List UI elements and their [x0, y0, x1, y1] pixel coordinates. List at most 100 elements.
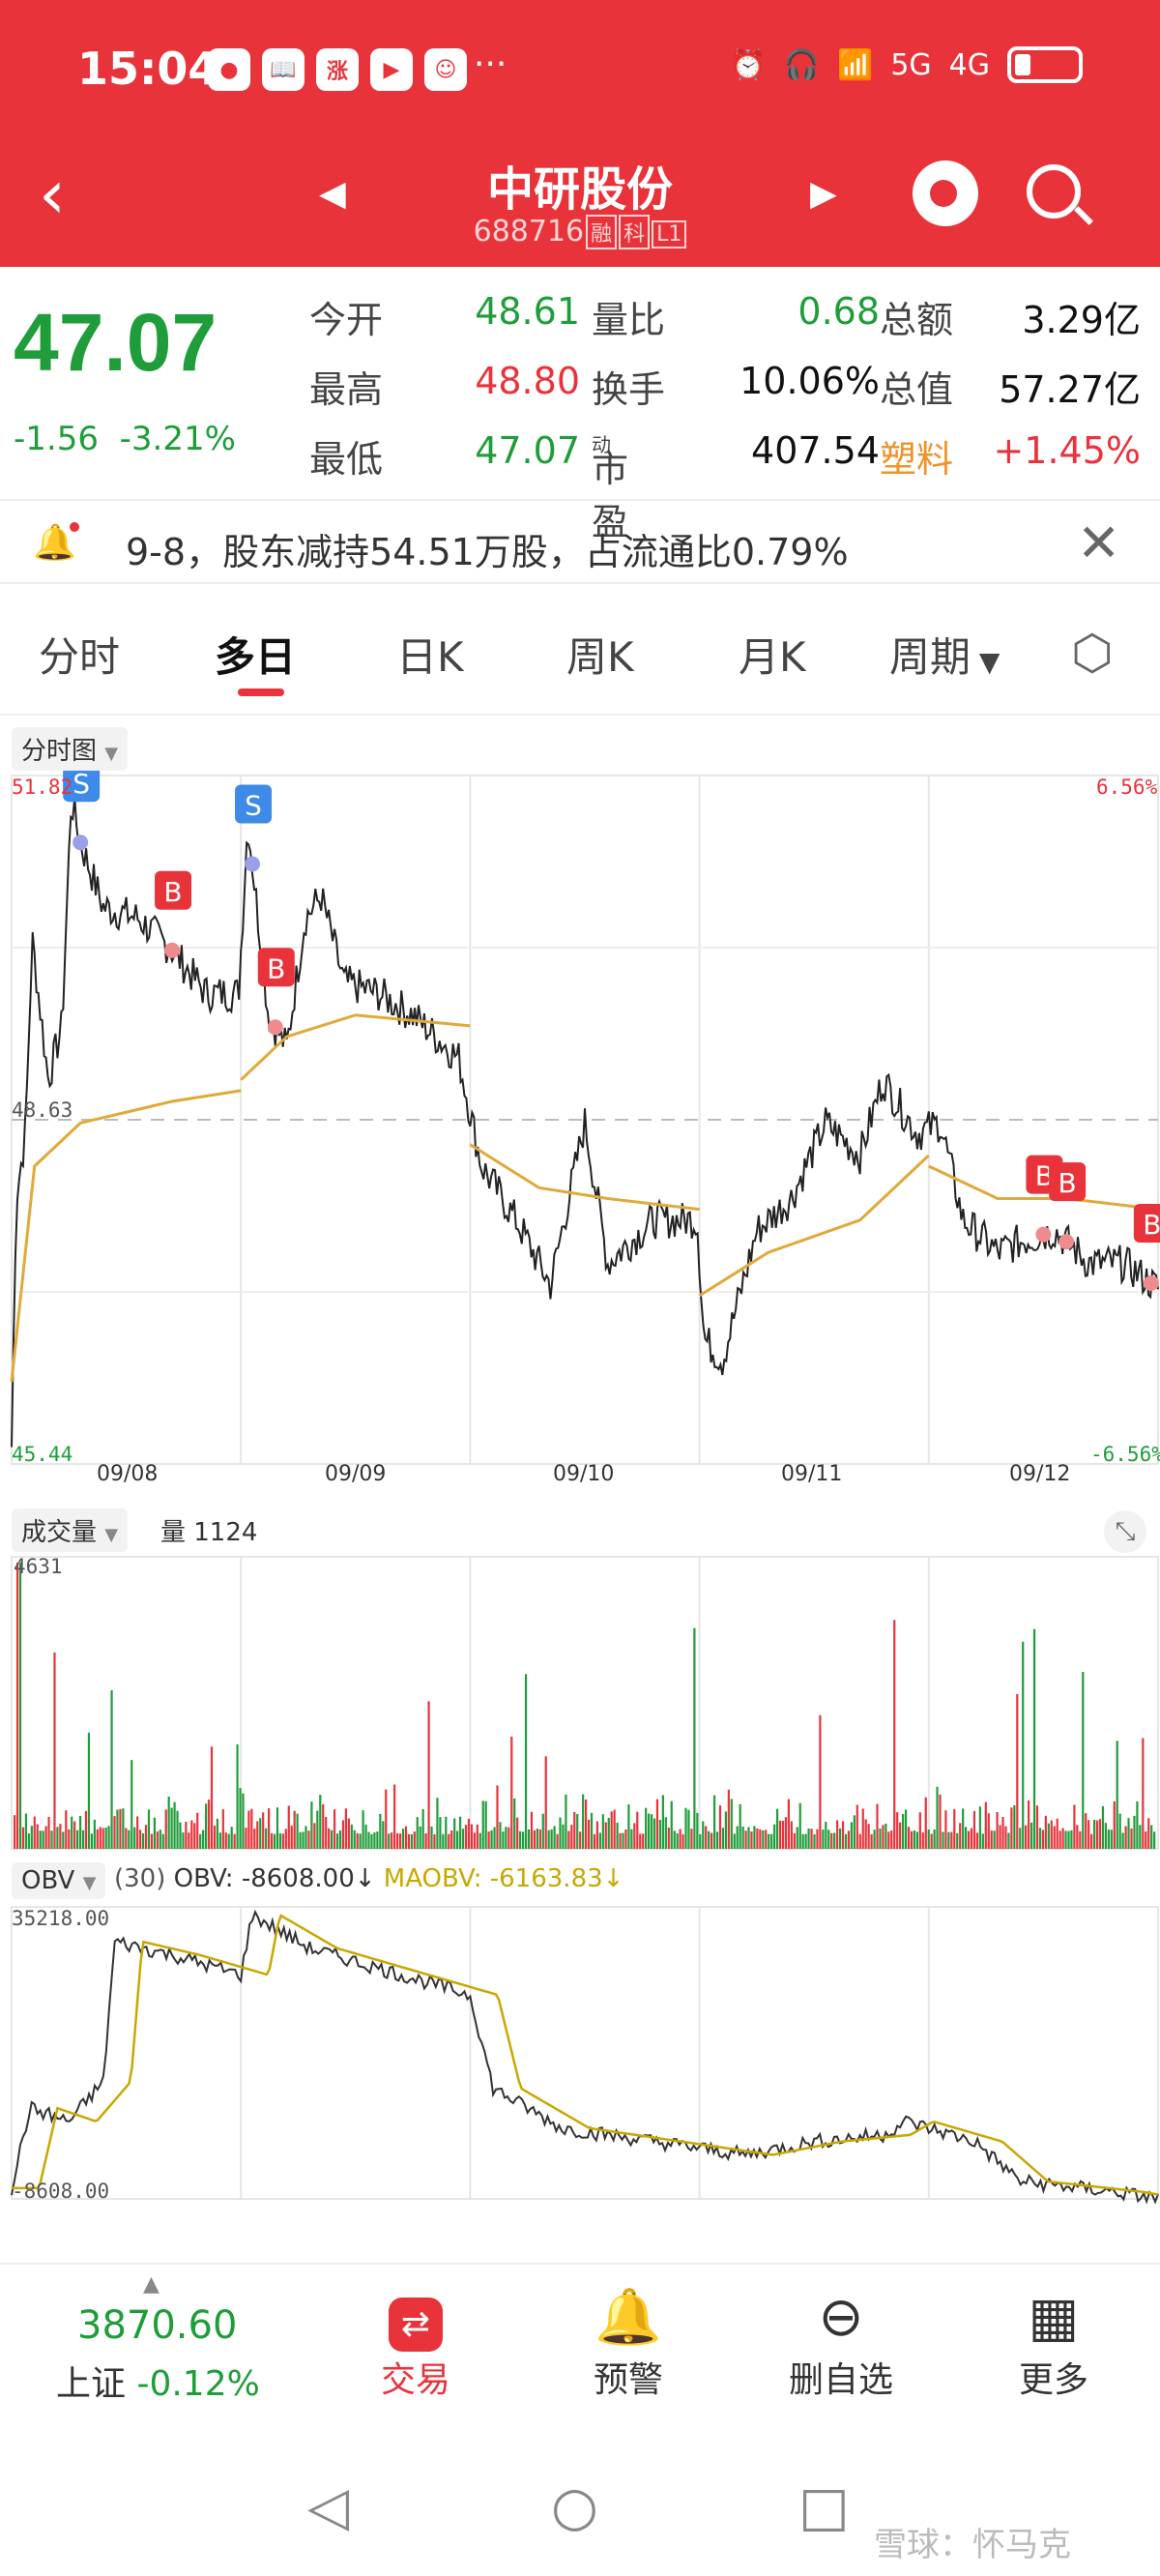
- volume-bar: [781, 1820, 785, 1849]
- volume-bar: [461, 1829, 465, 1849]
- chart-type-selector[interactable]: 分时图 ▼: [12, 727, 129, 771]
- volume-bar: [296, 1813, 299, 1849]
- volume-bar: [513, 1798, 516, 1849]
- volume-bar: [24, 1813, 28, 1849]
- volume-bar: [393, 1784, 396, 1849]
- volume-bar: [841, 1821, 845, 1849]
- remove-watchlist-label: 删自选: [788, 2360, 893, 2400]
- volume-bar: [1113, 1800, 1116, 1849]
- volume-chip-label: 成交量: [21, 1518, 98, 1547]
- index-info[interactable]: 上证 -0.12%: [56, 2356, 260, 2406]
- volume-bar: [593, 1833, 596, 1849]
- obv-value: OBV: -8608.00↓: [173, 1864, 376, 1893]
- volume-bar: [448, 1833, 450, 1849]
- volume-bar: [550, 1829, 553, 1849]
- volume-bar: [616, 1822, 619, 1849]
- more-button[interactable]: ▦ 更多: [986, 2284, 1121, 2402]
- volume-bar: [996, 1812, 999, 1849]
- volume-bar: [281, 1833, 284, 1849]
- volume-bar: [18, 1563, 22, 1849]
- trade-button[interactable]: ⇄ 交易: [348, 2284, 483, 2402]
- volume-bar: [202, 1830, 205, 1849]
- volume-bar: [310, 1801, 313, 1849]
- volume-bar: [464, 1825, 468, 1849]
- volume-selector[interactable]: 成交量 ▼: [12, 1508, 129, 1552]
- volume-bar: [173, 1801, 176, 1849]
- index-expand-icon[interactable]: ▲: [143, 2272, 160, 2297]
- index-value[interactable]: 3870.60: [77, 2303, 237, 2348]
- volume-bar: [778, 1820, 782, 1849]
- volume-bar: [204, 1803, 208, 1849]
- volume-bar: [565, 1794, 567, 1849]
- volume-bar: [627, 1803, 630, 1849]
- volume-bar: [473, 1832, 476, 1849]
- volume-bar: [193, 1823, 196, 1849]
- volume-bar: [319, 1795, 322, 1849]
- volume-bar: [696, 1812, 699, 1849]
- nav-back-icon[interactable]: ◁: [307, 2475, 349, 2538]
- volume-bar: [825, 1821, 827, 1849]
- volume-bar: [1110, 1830, 1113, 1849]
- volume-bar: [673, 1830, 676, 1849]
- volume-bar: [467, 1818, 471, 1849]
- volume-bar: [816, 1829, 819, 1849]
- volume-bar: [347, 1818, 350, 1849]
- obv-params: (30): [114, 1864, 166, 1893]
- alert-button[interactable]: 🔔 预警: [561, 2284, 696, 2402]
- volume-bar: [213, 1826, 217, 1849]
- expand-icon[interactable]: ⤡: [1104, 1510, 1146, 1553]
- minus-circle-icon: ⊖: [818, 2286, 864, 2349]
- volume-bar: [1098, 1819, 1102, 1849]
- index-change: -0.12%: [136, 2364, 260, 2404]
- volume-bar: [376, 1831, 379, 1849]
- volume-bar: [907, 1827, 911, 1849]
- volume-bar: [404, 1826, 408, 1849]
- volume-bar: [290, 1826, 293, 1849]
- volume-bar: [527, 1829, 531, 1849]
- volume-bar: [896, 1812, 899, 1849]
- obv-selector[interactable]: OBV ▼: [12, 1862, 106, 1899]
- volume-bar: [416, 1817, 419, 1849]
- volume-bar: [133, 1827, 136, 1849]
- volume-bar: [218, 1832, 221, 1849]
- trade-marker-dot: [72, 834, 89, 851]
- volume-bar: [576, 1813, 579, 1849]
- volume-bar: [245, 1828, 247, 1849]
- volume-bar: [910, 1830, 914, 1849]
- volume-bar: [790, 1821, 793, 1849]
- volume-bar: [733, 1833, 736, 1849]
- volume-bar: [813, 1833, 816, 1849]
- volume-bar: [401, 1829, 405, 1849]
- volume-bar: [333, 1809, 336, 1849]
- volume-bar: [1044, 1815, 1047, 1849]
- nav-home-icon[interactable]: ○: [551, 2475, 598, 2538]
- volume-bar: [521, 1831, 525, 1849]
- volume-bar: [858, 1833, 861, 1849]
- volume-bar: [1004, 1826, 1007, 1849]
- chart-canvas[interactable]: SBSBB BB: [0, 0, 1160, 2263]
- volume-bar: [1041, 1830, 1044, 1849]
- volume-bar: [502, 1831, 505, 1849]
- volume-bar: [338, 1830, 342, 1849]
- volume-bar: [450, 1830, 453, 1849]
- volume-bar: [1025, 1825, 1028, 1849]
- volume-bar: [104, 1827, 107, 1849]
- volume-bar: [927, 1830, 930, 1849]
- trade-marker-label: S: [72, 768, 90, 800]
- volume-bar: [250, 1808, 253, 1849]
- volume-bar: [433, 1833, 436, 1849]
- volume-bar: [239, 1788, 242, 1849]
- volume-bar: [167, 1796, 170, 1849]
- volume-bar: [595, 1821, 599, 1849]
- nav-recents-icon[interactable]: □: [798, 2475, 850, 2538]
- volume-bar: [73, 1821, 76, 1849]
- volume-bar: [544, 1756, 547, 1849]
- volume-bar: [1056, 1818, 1058, 1849]
- volume-bar: [1104, 1823, 1108, 1849]
- volume-bar: [156, 1831, 159, 1849]
- volume-bar: [125, 1828, 128, 1849]
- volume-bar: [199, 1833, 202, 1849]
- volume-bar: [887, 1831, 890, 1849]
- volume-bar: [119, 1808, 122, 1849]
- remove-watchlist-button[interactable]: ⊖ 删自选: [773, 2284, 909, 2402]
